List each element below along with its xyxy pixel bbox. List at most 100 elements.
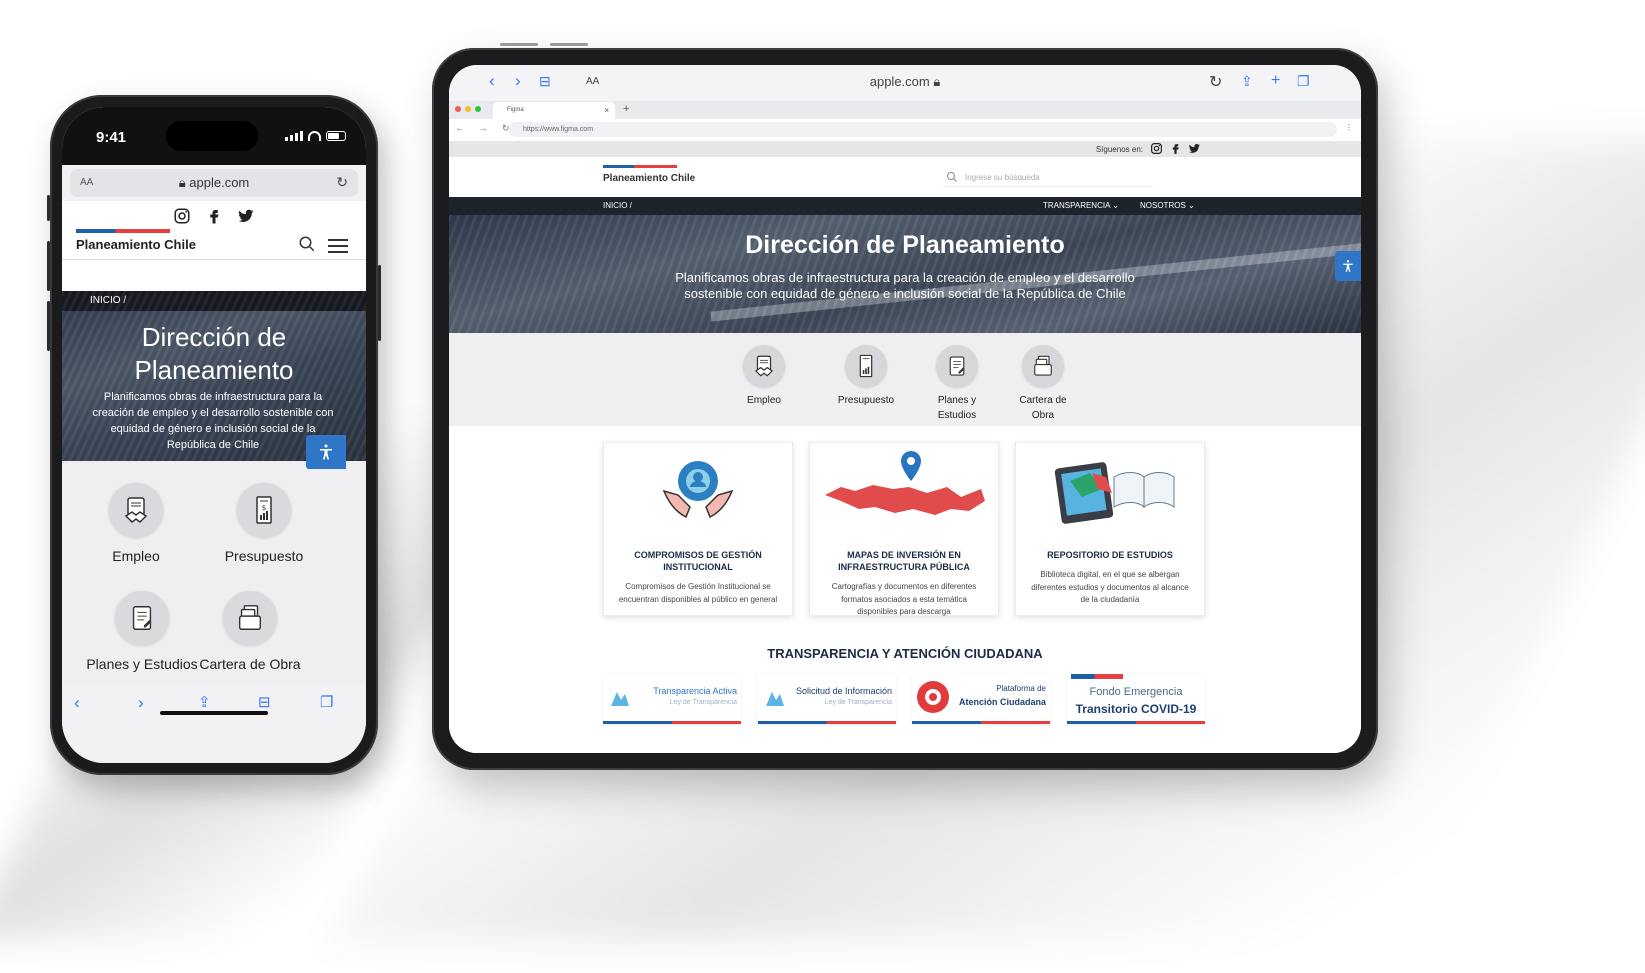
phone-safari-toolbar: ‹ › ⇪ ⊟ ❐ (62, 685, 366, 763)
bookmarks-icon[interactable]: ⊟ (258, 693, 271, 711)
accessibility-button[interactable] (1335, 251, 1361, 281)
share-icon[interactable]: ⇪ (1241, 73, 1253, 90)
hero-banner: Dirección de Planeamiento Planificamos o… (449, 215, 1361, 333)
reload-icon[interactable]: ↻ (1209, 72, 1222, 92)
tabs-icon[interactable]: ❐ (1297, 73, 1310, 90)
phone-screen: 9:41 AA 🔒︎ apple.com ↻ Planeamiento Chil… (62, 107, 366, 763)
logo-underline (912, 721, 1050, 724)
twitter-icon[interactable] (237, 207, 255, 225)
phone-address-bar[interactable]: AA 🔒︎ apple.com ↻ (70, 169, 358, 197)
search-icon[interactable] (298, 235, 316, 253)
social-links (62, 207, 366, 225)
budget-icon (845, 345, 887, 387)
battery-icon (326, 131, 346, 141)
breadcrumb[interactable]: INICIO / (90, 295, 126, 306)
tile-presupuesto[interactable]: $ Presupuesto (194, 483, 334, 566)
logo-transparencia-activa[interactable]: Transparencia Activa Ley de Transparenci… (603, 674, 741, 724)
card-title: COMPROMISOS DE GESTIÓN INSTITUCIONAL (634, 550, 762, 572)
tile-empleo[interactable]: Empleo (66, 483, 206, 566)
logo-subtitle: Ley de Transparencia (824, 699, 892, 706)
main-navbar: INICIO / TRANSPARENCIA ⌄ NOSOTROS ⌄ (449, 197, 1361, 215)
more-menu-icon[interactable]: ⋮ (1345, 123, 1353, 132)
phone-device: 9:41 AA 🔒︎ apple.com ↻ Planeamiento Chil… (47, 95, 381, 775)
instagram-icon[interactable] (1150, 142, 1163, 155)
portfolio-icon (1022, 345, 1064, 387)
tile-label: Presupuesto (224, 548, 304, 564)
phone-volume-up (47, 241, 50, 291)
maximize-dot[interactable] (475, 106, 481, 112)
cellular-signal-icon (285, 131, 303, 141)
url-host: 🔒︎ apple.com (70, 175, 358, 191)
close-icon[interactable]: × (604, 106, 609, 115)
tabs-icon[interactable]: ❐ (320, 693, 333, 711)
quick-link-empleo[interactable]: Empleo (719, 345, 809, 408)
social-links (1150, 142, 1201, 155)
tile-cartera[interactable]: Cartera de Obra (180, 591, 320, 674)
minimize-dot[interactable] (465, 106, 471, 112)
logo-underline (1067, 721, 1205, 724)
quick-link-planes[interactable]: Planes y Estudios (912, 345, 1002, 423)
quick-link-label: Cartera de Obra (1019, 395, 1067, 421)
menu-label: TRANSPARENCIA (1043, 201, 1110, 210)
logo-title: Fondo Emergencia (1089, 686, 1183, 698)
social-strip (449, 141, 1361, 157)
quick-links: Empleo Presupuesto Planes y Estudios Car… (449, 333, 1361, 426)
chevron-down-icon: ⌄ (1188, 201, 1195, 210)
menu-transparencia[interactable]: TRANSPARENCIA ⌄ (1043, 201, 1119, 210)
handshake-icon (109, 483, 163, 537)
logo-title: Plataforma de (996, 684, 1046, 693)
new-tab-icon[interactable]: + (623, 103, 629, 115)
phone-side-button (378, 265, 381, 341)
facebook-icon[interactable] (1169, 142, 1182, 155)
site-header: Planeamiento Chile Ingrese su búsqueda (449, 157, 1361, 197)
tablet-device: ‹ › ⊟ AA apple.com 🔒︎ ↻ ⇪ + ❐ Figma × + … (432, 43, 1378, 770)
card-compromisos[interactable]: COMPROMISOS DE GESTIÓN INSTITUCIONAL Com… (603, 442, 793, 616)
site-brand[interactable]: Planeamiento Chile (76, 237, 196, 252)
card-mapas[interactable]: MAPAS DE INVERSIÓN EN INFRAESTRUCTURA PÚ… (809, 442, 999, 616)
quick-link-cartera[interactable]: Cartera de Obra (998, 345, 1088, 423)
twitter-icon[interactable] (1188, 142, 1201, 155)
hamburger-menu-icon[interactable] (328, 239, 348, 257)
accessibility-button[interactable] (306, 435, 346, 469)
logo-underline (758, 721, 896, 724)
reload-icon[interactable]: ↻ (336, 174, 348, 191)
search-icon (947, 172, 957, 182)
close-dot[interactable] (455, 106, 461, 112)
embedded-browser-chrome: Figma × + ← → ↻ https://www.figma.com ⋮ (449, 101, 1361, 141)
facebook-icon[interactable] (205, 207, 223, 225)
browser-tab[interactable]: Figma × (493, 102, 615, 119)
menu-label: NOSOTROS (1140, 201, 1186, 210)
brand-color-bar (603, 165, 677, 168)
instagram-icon[interactable] (173, 207, 191, 225)
site-brand[interactable]: Planeamiento Chile (603, 173, 695, 184)
breadcrumb[interactable]: INICIO / (603, 201, 632, 210)
new-tab-icon[interactable]: + (1271, 72, 1280, 90)
brand-color-bar (1071, 674, 1123, 679)
lock-icon: 🔒︎ (933, 74, 941, 89)
url-host[interactable]: apple.com 🔒︎ (449, 74, 1361, 90)
status-icons (285, 131, 346, 141)
gear-hands-icon (604, 443, 792, 539)
tablet-volume-button (550, 43, 588, 46)
browser-nav-icons[interactable]: ← → ↻ (455, 123, 516, 134)
back-icon[interactable]: ‹ (74, 693, 80, 713)
quick-link-presupuesto[interactable]: Presupuesto (821, 345, 911, 408)
device-mockup-scene: 9:41 AA 🔒︎ apple.com ↻ Planeamiento Chil… (0, 0, 1645, 973)
share-icon[interactable]: ⇪ (198, 693, 211, 711)
card-repositorio[interactable]: REPOSITORIO DE ESTUDIOS Biblioteca digit… (1015, 442, 1205, 616)
accessibility-icon (320, 444, 332, 460)
url-host-text: apple.com (189, 175, 250, 190)
logo-atencion-ciudadana[interactable]: Plataforma de Atención Ciudadana (912, 674, 1050, 724)
hero-subtitle: Planificamos obras de infraestructura pa… (92, 391, 334, 451)
logo-fondo-emergencia[interactable]: Fondo Emergencia Transitorio COVID-19 (1067, 674, 1205, 724)
follow-label: Síguenos en: (1095, 145, 1143, 154)
svg-text:$: $ (262, 504, 266, 512)
forward-icon[interactable]: › (138, 693, 144, 713)
menu-nosotros[interactable]: NOSOTROS ⌄ (1140, 201, 1195, 210)
quick-links-grid: Empleo $ Presupuesto Planes y Estudios C… (62, 461, 366, 685)
tablet-books-icon (1016, 443, 1204, 539)
accessibility-icon (1343, 260, 1353, 272)
browser-url-field[interactable]: https://www.figma.com (509, 122, 1337, 137)
search-input[interactable]: Ingrese su búsqueda (943, 169, 1153, 187)
logo-solicitud-informacion[interactable]: Solicitud de Información Ley de Transpar… (758, 674, 896, 724)
